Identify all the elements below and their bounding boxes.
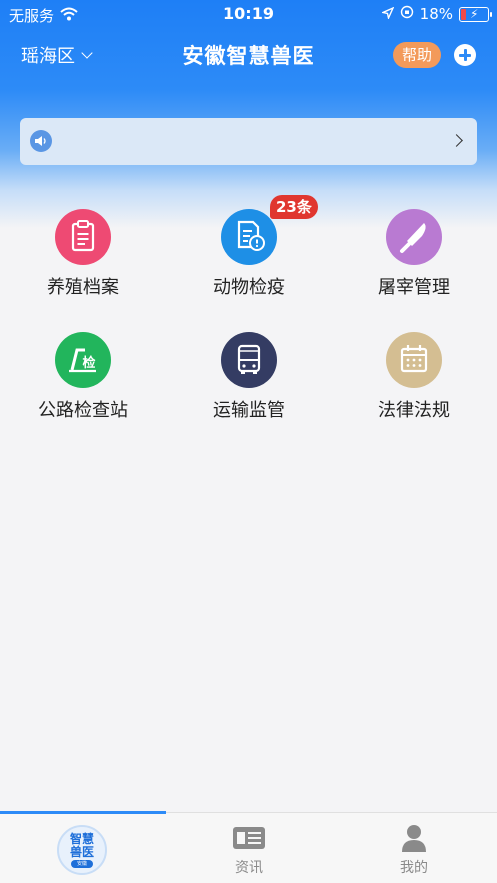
rotation-lock-icon: [400, 5, 414, 23]
logo-text-line2: 兽医: [69, 845, 94, 859]
clipboard-icon: [55, 209, 111, 265]
menu-item-breeding-records[interactable]: 养殖档案: [8, 209, 158, 309]
menu-item-transport-supervision[interactable]: 运输监管: [174, 332, 324, 432]
menu-item-label: 公路检查站: [38, 400, 128, 421]
svg-text:检: 检: [82, 355, 95, 371]
menu-item-slaughter-management[interactable]: 屠宰管理: [339, 209, 489, 309]
region-label: 瑶海区: [21, 46, 75, 67]
menu-item-animal-quarantine[interactable]: 23条 动物检疫: [174, 195, 324, 309]
menu-item-label: 屠宰管理: [378, 277, 450, 298]
region-selector[interactable]: 瑶海区: [21, 42, 93, 68]
add-icon[interactable]: [454, 44, 476, 66]
tab-mine[interactable]: 我的: [331, 813, 497, 883]
tab-news[interactable]: 资讯: [166, 813, 332, 883]
menu-item-label: 法律法规: [378, 400, 450, 421]
app-logo-icon: 智慧 兽医 安徽: [57, 825, 107, 875]
menu-item-label: 运输监管: [213, 400, 285, 421]
tab-mine-label: 我的: [400, 860, 428, 876]
chevron-right-icon: [450, 134, 463, 147]
news-icon: [232, 826, 266, 854]
chevron-down-icon: [81, 46, 93, 59]
user-icon: [401, 824, 427, 856]
navigation-bar: 瑶海区 安徽智慧兽医 帮助: [0, 34, 497, 78]
notification-badge: 23条: [270, 195, 318, 219]
tab-home[interactable]: 智慧 兽医 安徽: [0, 813, 166, 883]
checkpoint-icon: 检: [55, 332, 111, 388]
status-right: 18% ⚡: [380, 5, 492, 23]
battery-percent: 18%: [419, 5, 453, 23]
knife-icon: [386, 209, 442, 265]
speaker-icon: [30, 130, 52, 152]
location-arrow-icon: [380, 5, 395, 23]
status-bar: 无服务 10:19 18% ⚡: [0, 0, 497, 28]
tab-bar: 智慧 兽医 安徽 资讯 我的: [0, 811, 497, 883]
menu-item-label: 养殖档案: [47, 277, 119, 298]
notice-bar[interactable]: [20, 118, 477, 165]
calendar-icon: [386, 332, 442, 388]
menu-item-highway-checkpoint[interactable]: 检 公路检查站: [8, 332, 158, 432]
help-button[interactable]: 帮助: [393, 42, 441, 68]
bus-icon: [221, 332, 277, 388]
logo-sub-text: 安徽: [71, 860, 93, 868]
tab-news-label: 资讯: [235, 860, 263, 876]
document-alert-icon: [221, 209, 277, 265]
menu-item-label: 动物检疫: [213, 277, 285, 298]
battery-icon: ⚡: [459, 6, 492, 22]
menu-item-laws-regulations[interactable]: 法律法规: [339, 332, 489, 432]
